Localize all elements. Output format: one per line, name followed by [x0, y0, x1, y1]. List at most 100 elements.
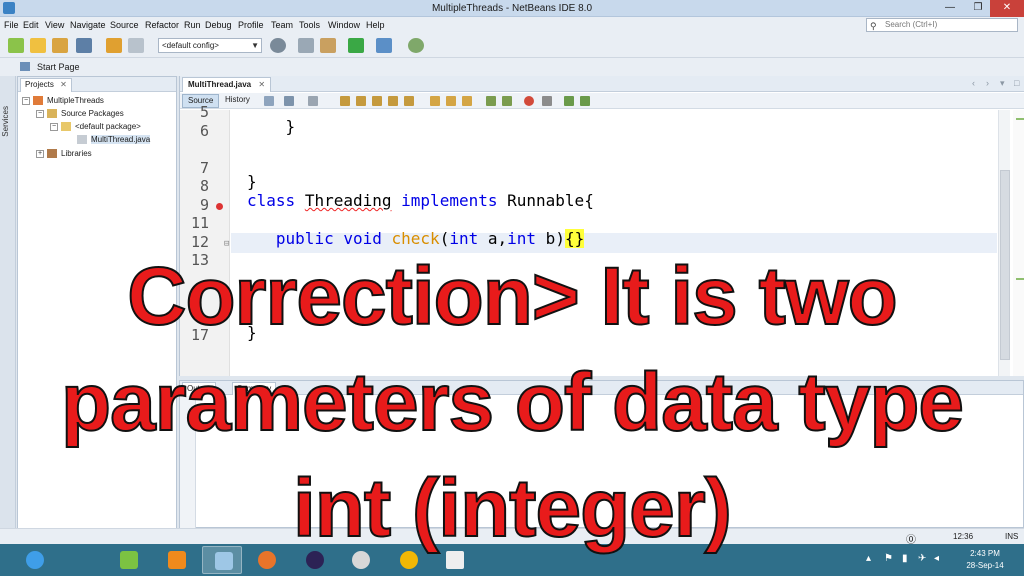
menu-source[interactable]: Source	[110, 20, 139, 30]
netbeans-window: MultipleThreads - NetBeans IDE 8.0 — ❐ ✕…	[0, 0, 1024, 576]
services-tab[interactable]: Services	[1, 106, 10, 137]
tree-item-project[interactable]: − MultipleThreads	[22, 96, 104, 106]
next-bookmark-icon[interactable]	[446, 96, 456, 106]
find-icon[interactable]	[340, 96, 350, 106]
collapse-toggle[interactable]: −	[22, 96, 30, 105]
search-icon: ⚲	[870, 21, 877, 31]
menu-debug[interactable]: Debug	[205, 20, 232, 30]
projects-tabbar: Projects ✕	[18, 77, 176, 92]
collapse-toggle[interactable]: −	[36, 109, 44, 118]
back-icon[interactable]	[284, 96, 294, 106]
menu-window[interactable]: Window	[328, 20, 360, 30]
file-tab-multithread[interactable]: MultiThread.java ✕	[182, 77, 272, 92]
last-edit-icon[interactable]	[264, 96, 274, 106]
config-select[interactable]: <default config> ▼	[158, 38, 262, 53]
find-prev-icon[interactable]	[356, 96, 366, 106]
selection-search-icon[interactable]	[404, 96, 414, 106]
line-number: 11	[190, 214, 209, 232]
undo-icon[interactable]	[106, 38, 122, 53]
build-hammer-icon[interactable]	[298, 38, 314, 53]
caption-line-1: Correction> It is two	[126, 250, 899, 343]
tab-history[interactable]: History	[220, 94, 255, 108]
menu-navigate[interactable]: Navigate	[70, 20, 106, 30]
code-token: }	[247, 172, 257, 191]
folder-icon	[47, 109, 57, 119]
menu-edit[interactable]: Edit	[23, 20, 39, 30]
libraries-icon	[47, 149, 57, 159]
menu-profile[interactable]: Profile	[238, 20, 264, 30]
menu-help[interactable]: Help	[366, 20, 385, 30]
menu-tools[interactable]: Tools	[299, 20, 320, 30]
new-file-icon[interactable]	[30, 38, 46, 53]
minimize-button[interactable]: —	[936, 0, 964, 17]
stop-macro-icon[interactable]	[542, 96, 552, 106]
package-icon	[61, 122, 71, 132]
globe-icon[interactable]	[270, 38, 286, 53]
menu-file[interactable]: File	[4, 20, 19, 30]
collapse-toggle[interactable]: −	[50, 122, 58, 131]
maximize-editor-icon[interactable]: □	[1014, 78, 1019, 88]
tree-label: Source Packages	[61, 109, 124, 118]
tree-item-source-packages[interactable]: − Source Packages	[36, 109, 124, 119]
code-line-6[interactable]: }	[247, 117, 296, 136]
projects-tab-label: Projects	[25, 80, 54, 89]
toggle-highlight-icon[interactable]	[388, 96, 398, 106]
run-icon[interactable]	[348, 38, 364, 53]
save-all-icon[interactable]	[76, 38, 92, 53]
window-title: MultipleThreads - NetBeans IDE 8.0	[431, 3, 593, 14]
correction-caption: Correction> It is two parameters of data…	[0, 244, 1024, 562]
scroll-left-icon[interactable]: ‹	[972, 78, 975, 88]
tab-list-icon[interactable]: ▾	[1000, 78, 1005, 89]
start-page-strip: Start Page	[0, 58, 1024, 76]
shift-left-icon[interactable]	[486, 96, 496, 106]
error-marker-icon[interactable]	[216, 203, 223, 210]
tree-item-libraries[interactable]: + Libraries	[36, 149, 92, 159]
tree-item-java-file[interactable]: MultiThread.java	[77, 135, 151, 145]
keyword-token: implements	[401, 191, 498, 210]
close-icon[interactable]: ✕	[60, 80, 67, 89]
line-number: 8	[199, 177, 209, 195]
code-line-10[interactable]: class Threading implements Runnable{	[247, 191, 594, 210]
debug-icon[interactable]	[376, 38, 392, 53]
tree-item-default-package[interactable]: − <default package>	[50, 122, 141, 132]
code-line-9[interactable]: }	[247, 172, 257, 191]
find-next-icon[interactable]	[372, 96, 382, 106]
maximize-button[interactable]: ❐	[964, 0, 992, 17]
scroll-right-icon[interactable]: ›	[986, 78, 989, 88]
title-bar: MultipleThreads - NetBeans IDE 8.0 — ❐ ✕	[0, 0, 1024, 17]
redo-icon[interactable]	[128, 38, 144, 53]
projects-tab[interactable]: Projects ✕	[20, 78, 72, 92]
menu-team[interactable]: Team	[271, 20, 293, 30]
toggle-bookmark-icon[interactable]	[462, 96, 472, 106]
menu-refactor[interactable]: Refactor	[145, 20, 179, 30]
tree-label: Libraries	[61, 149, 92, 158]
close-icon[interactable]: ✕	[258, 80, 265, 89]
start-page-link[interactable]: Start Page	[37, 62, 80, 72]
uncomment-icon[interactable]	[580, 96, 590, 106]
close-window-button[interactable]: ✕	[990, 0, 1024, 17]
shift-right-icon[interactable]	[502, 96, 512, 106]
new-project-icon[interactable]	[8, 38, 24, 53]
open-project-icon[interactable]	[52, 38, 68, 53]
comment-icon[interactable]	[564, 96, 574, 106]
java-file-icon	[77, 135, 87, 145]
start-macro-icon[interactable]	[524, 96, 534, 106]
forward-icon[interactable]	[308, 96, 318, 106]
tree-label: MultipleThreads	[47, 96, 104, 105]
project-icon	[33, 96, 43, 106]
line-number: 9	[199, 196, 209, 214]
class-name-token: Threading	[304, 191, 392, 210]
menu-run[interactable]: Run	[184, 20, 201, 30]
clean-build-icon[interactable]	[320, 38, 336, 53]
menu-view[interactable]: View	[45, 20, 64, 30]
editor-subtoolbar: Source History	[180, 93, 1024, 109]
caption-line-2: parameters of data type	[60, 356, 965, 449]
search-input[interactable]: ⚲ Search (Ctrl+I)	[866, 18, 1018, 32]
expand-toggle[interactable]: +	[36, 149, 44, 158]
keyword-token: class	[247, 191, 296, 210]
stripe-mark[interactable]	[1016, 118, 1024, 120]
prev-bookmark-icon[interactable]	[430, 96, 440, 106]
profile-icon[interactable]	[408, 38, 424, 53]
search-placeholder: Search (Ctrl+I)	[885, 20, 938, 29]
start-page-icon	[20, 62, 30, 71]
